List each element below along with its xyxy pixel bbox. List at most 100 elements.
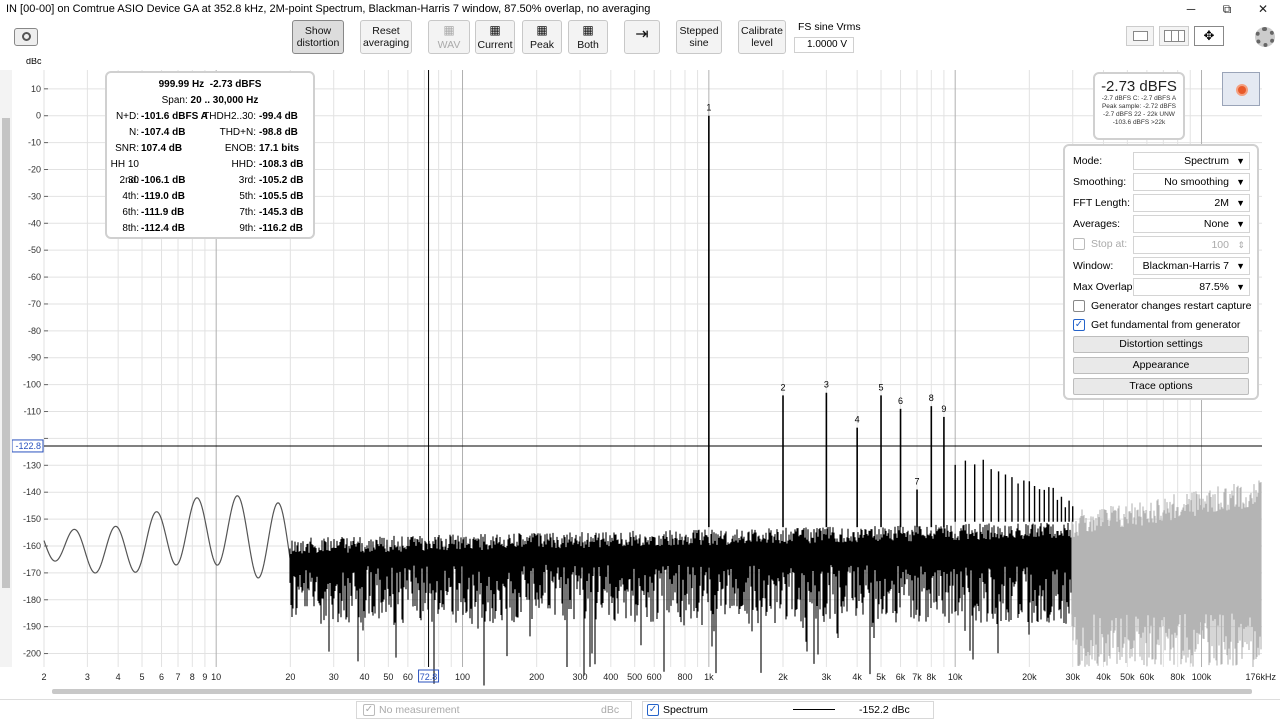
appearance-button[interactable]: Appearance (1073, 357, 1249, 374)
save-wav-button[interactable]: ▦ WAV (428, 20, 470, 54)
x-tick-label: 3 (85, 672, 90, 682)
record-button[interactable] (1222, 72, 1260, 106)
y-tick-label: -60 (28, 272, 41, 282)
maximize-button[interactable]: ⧉ (1210, 0, 1244, 18)
info-label: 7th: (239, 207, 256, 218)
x-tick-label: 8 (190, 672, 195, 682)
x-tick-label: 72.8 (420, 672, 438, 682)
horizontal-scrollbar[interactable] (44, 686, 1262, 696)
save-peak-button[interactable]: ▦ Peak (522, 20, 562, 54)
info-label: 8th: (122, 223, 139, 234)
y-tick-label: -140 (23, 487, 41, 497)
mode-select[interactable]: Spectrum ▼ (1133, 152, 1250, 170)
info-label: HHD: (231, 159, 256, 170)
generator-restart-checkbox[interactable] (1073, 300, 1085, 312)
info-value: -112.4 dB (141, 223, 185, 234)
level-meter-line: -2.7 dBFS C: -2.7 dBFS A (1101, 95, 1177, 102)
x-axis-ticks: 2 3 4 5 6 7 8 9 10 20 30 40 50 60 72.8 100 200 300 400 500 6… (41, 669, 1277, 683)
max-overlap-value: 87.5% (1199, 281, 1229, 293)
stop-at-spinner[interactable]: 100 ⇕ (1133, 236, 1250, 254)
level-meter-line: -103.6 dBFS >22k (1112, 119, 1166, 126)
info-value: -98.8 dB (259, 127, 298, 138)
max-overlap-label: Max Overlap: (1073, 281, 1136, 293)
save-current-button[interactable]: ▦ Current (475, 20, 515, 54)
current-label: Current (477, 39, 513, 51)
reset-averaging-button[interactable]: Reset averaging (360, 20, 412, 54)
info-value: -119.0 dB (141, 191, 185, 202)
info-value: -105.2 dB (259, 175, 304, 186)
spinner-icon: ⇕ (1237, 240, 1245, 250)
x-tick-label: 4k (852, 672, 862, 682)
x-tick-label: 8k (927, 672, 937, 682)
both-label: Both (577, 39, 599, 51)
settings-panel: Mode: Spectrum ▼ Smoothing: No smoothing ▼… (1063, 144, 1259, 400)
calibrate-level-button[interactable]: Calibrate level (738, 20, 786, 54)
fs-sine-input[interactable]: 1.0000 V (794, 37, 854, 53)
window-select[interactable]: Blackman-Harris 7 ▼ (1133, 257, 1250, 275)
harmonic-label: 8 (929, 393, 934, 403)
distortion-settings-button[interactable]: Distortion settings (1073, 336, 1249, 353)
no-measurement-checkbox[interactable]: ✓ (363, 704, 375, 716)
save-both-button[interactable]: ▦ Both (568, 20, 608, 54)
info-row: N+D: -101.6 dBFS A THDH2..30: -99.4 dB (107, 109, 313, 125)
y-tick-label: -160 (23, 541, 41, 551)
x-tick-label: 50k (1120, 672, 1135, 682)
y-tick-label: -150 (23, 514, 41, 524)
show-distortion-button[interactable]: Show distortion (292, 20, 344, 54)
get-fundamental-checkbox[interactable]: ✓ (1073, 319, 1085, 331)
x-tick-label: 2 (41, 672, 46, 682)
x-tick-label: 7 (176, 672, 181, 682)
info-label: THD+N: (219, 127, 256, 138)
info-value: -145.3 dB (259, 207, 304, 218)
export-button[interactable]: ⇥ (624, 20, 660, 54)
horizontal-scrollbar-thumb[interactable] (52, 689, 1252, 694)
x-tick-label: 6 (159, 672, 164, 682)
stop-at-row: Stop at: 100 ⇕ (1073, 236, 1253, 254)
y-cursor-label[interactable]: -122.8 (15, 441, 41, 451)
layout-columns-icon[interactable] (1159, 26, 1189, 46)
save-icon: ▦ (443, 23, 455, 37)
stepped-sine-button[interactable]: Stepped sine (676, 20, 722, 54)
info-row: 8th: -112.4 dB 9th: -116.2 dB (107, 221, 313, 237)
trace-options-button[interactable]: Trace options (1073, 378, 1249, 395)
x-tick-label: 1k (704, 672, 714, 682)
y-tick-label: -50 (28, 245, 41, 255)
spectrum-trace-checkbox[interactable]: ✓ (647, 704, 659, 716)
fit-view-icon[interactable]: ✥ (1194, 26, 1224, 46)
fft-length-select[interactable]: 2M ▼ (1133, 194, 1250, 212)
gear-icon[interactable] (1255, 27, 1275, 47)
minimize-button[interactable]: ─ (1174, 0, 1208, 18)
vertical-scrollbar-thumb[interactable] (2, 118, 10, 588)
smoothing-value: No smoothing (1164, 176, 1229, 188)
x-tick-label: 10 (211, 672, 221, 682)
y-tick-label: 10 (31, 84, 41, 94)
layout-single-icon[interactable] (1126, 26, 1154, 46)
x-tick-label: 50 (383, 672, 393, 682)
x-tick-label: 60 (403, 672, 413, 682)
x-tick-label: 40k (1096, 672, 1111, 682)
averages-label: Averages: (1073, 218, 1121, 230)
wav-label: WAV (437, 39, 461, 51)
toolbar: Show distortion Reset averaging ▦ WAV ▦ … (0, 18, 1280, 58)
info-value: -111.9 dB (141, 207, 185, 218)
y-tick-label: -80 (28, 326, 41, 336)
level-meter-value: -2.73 dBFS (1101, 78, 1177, 95)
export-icon: ⇥ (635, 26, 649, 43)
x-tick-label: 100k (1192, 672, 1212, 682)
info-label: 2nd: (119, 175, 139, 186)
info-row: 4th: -119.0 dB 5th: -105.5 dB (107, 189, 313, 205)
y-axis-unit: dBc (26, 58, 42, 66)
y-tick-label: -100 (23, 380, 41, 390)
x-tick-label: 800 (677, 672, 692, 682)
close-button[interactable]: ✕ (1246, 0, 1280, 18)
info-label: 3rd: (238, 175, 256, 186)
x-tick-label: 10k (948, 672, 963, 682)
smoothing-select[interactable]: No smoothing ▼ (1133, 173, 1250, 191)
window-row: Window: Blackman-Harris 7 ▼ (1073, 257, 1253, 275)
stop-at-checkbox[interactable] (1073, 238, 1085, 250)
averages-select[interactable]: None ▼ (1133, 215, 1250, 233)
x-tick-label: 200 (529, 672, 544, 682)
x-tick-label: 400 (603, 672, 618, 682)
camera-icon[interactable] (14, 28, 38, 46)
max-overlap-select[interactable]: 87.5% ▼ (1133, 278, 1250, 296)
